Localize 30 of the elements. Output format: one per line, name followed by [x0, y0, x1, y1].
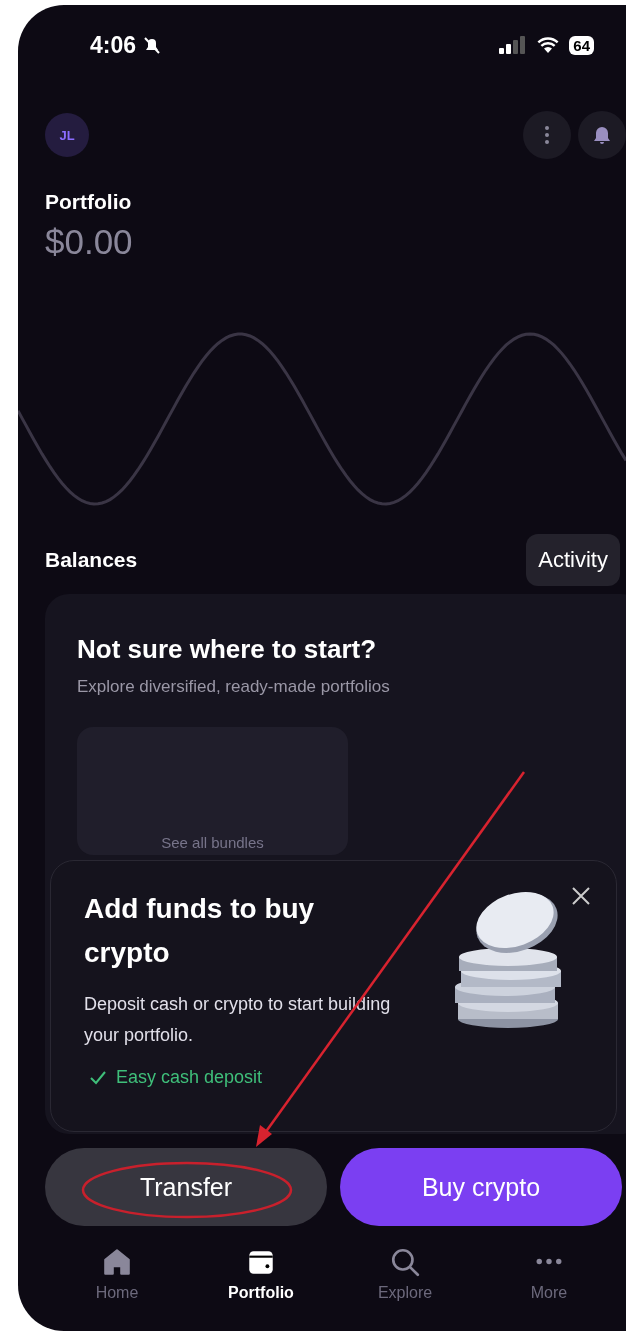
- nav-tab[interactable]: Portfolio: [189, 1246, 333, 1302]
- signal-icon: [499, 36, 528, 54]
- close-button[interactable]: [570, 885, 592, 907]
- status-time: 4:06: [90, 31, 137, 59]
- notifications-button[interactable]: [578, 111, 626, 159]
- nav-tab[interactable]: Home: [45, 1246, 189, 1302]
- avatar[interactable]: JL: [45, 113, 89, 157]
- home-icon: [101, 1246, 133, 1278]
- kebab-icon: [545, 126, 549, 144]
- search-icon: [389, 1246, 421, 1278]
- transfer-button[interactable]: Transfer: [45, 1148, 327, 1226]
- promo-title: Not sure where to start?: [77, 634, 378, 665]
- popup-title: Add funds to buy crypto: [84, 892, 316, 970]
- check-icon: [90, 1070, 106, 1085]
- tile-label: See all bundles: [161, 834, 264, 851]
- portfolio-value: $0.00: [45, 222, 134, 262]
- buy-button[interactable]: Buy crypto: [340, 1148, 622, 1226]
- more-icon: [536, 1258, 562, 1265]
- portfolio-title: Portfolio: [45, 190, 133, 214]
- bundles-tile[interactable]: See all bundles: [77, 727, 348, 855]
- promo-subtitle: Explore diversified, ready-made portfolios: [77, 677, 391, 697]
- feature-text: Easy cash deposit: [116, 1067, 263, 1088]
- nav-tab[interactable]: More: [477, 1246, 621, 1302]
- activity-button[interactable]: Activity: [526, 534, 620, 586]
- balances-title: Balances: [45, 548, 138, 572]
- bell-icon: [591, 124, 613, 146]
- wifi-icon: [537, 36, 560, 54]
- battery-level: 64: [569, 35, 594, 55]
- muted-bell-icon: [142, 35, 163, 55]
- nav-tab[interactable]: Explore: [333, 1246, 477, 1302]
